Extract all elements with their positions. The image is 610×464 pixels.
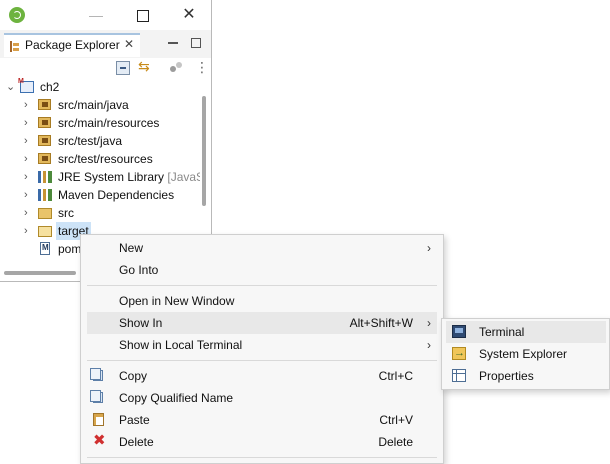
tree-item-label: src/test/java: [58, 134, 123, 148]
submenu-item-label: Properties: [479, 369, 534, 383]
vertical-scrollbar[interactable]: [202, 96, 206, 206]
menu-item-label: Copy Qualified Name: [119, 391, 234, 405]
delete-icon: ✖: [93, 432, 106, 449]
submenu-item-label: System Explorer: [479, 347, 568, 361]
chevron-right-icon[interactable]: ›: [24, 114, 34, 132]
menu-item-label: Delete: [119, 435, 154, 449]
chevron-right-icon: ›: [427, 316, 431, 330]
submenu-item-label: Terminal: [479, 325, 525, 339]
view-maximize-button[interactable]: [191, 38, 201, 48]
collapse-all-icon[interactable]: [116, 61, 130, 75]
menu-item-label: Open in New Window: [119, 294, 235, 308]
menu-separator: [87, 457, 437, 458]
tree-item-decoration: [JavaS: [167, 170, 200, 184]
menu-item-label: Show in Local Terminal: [119, 338, 243, 352]
menu-item-copy-qualified-name[interactable]: Copy Qualified Name: [87, 387, 437, 409]
copy-qualified-name-icon: [90, 390, 103, 403]
package-folder-icon: [38, 117, 51, 128]
tree-item-label: ch2: [40, 80, 60, 94]
tree-item-label: pom: [58, 242, 82, 256]
submenu-item-terminal[interactable]: Terminal: [446, 321, 606, 343]
menu-item-go-into[interactable]: Go Into: [87, 259, 437, 281]
menu-item-new[interactable]: New ›: [87, 237, 437, 259]
menu-item-label: Paste: [119, 413, 150, 427]
tab-label: Package Explorer: [25, 38, 120, 52]
menu-item-open-in-new-window[interactable]: Open in New Window: [87, 290, 437, 312]
view-menu-icon[interactable]: [195, 59, 209, 76]
copy-icon: [90, 368, 103, 381]
menu-item-shortcut: Ctrl+V: [379, 413, 413, 427]
title-bar: — ✕: [0, 0, 211, 30]
submenu-item-system-explorer[interactable]: System Explorer: [446, 342, 606, 365]
spring-app-icon: [9, 7, 25, 23]
tree-item-label: src/test/resources: [58, 152, 153, 166]
scrollbar-thumb[interactable]: [4, 271, 76, 275]
folder-icon: [38, 208, 52, 219]
menu-item-label: New: [119, 241, 144, 255]
menu-item-paste[interactable]: Paste Ctrl+V: [87, 409, 437, 431]
tree-item-label: src: [58, 206, 74, 220]
package-folder-icon: [38, 153, 51, 164]
maximize-icon: [137, 10, 149, 23]
chevron-right-icon[interactable]: ›: [24, 204, 34, 222]
chevron-right-icon[interactable]: ›: [24, 132, 34, 150]
library-icon: [38, 189, 52, 201]
tree-item-label: JRE System Library [JavaS: [58, 168, 200, 186]
close-window-button[interactable]: ✕: [179, 5, 199, 25]
menu-item-delete[interactable]: ✖ Delete Delete: [87, 431, 437, 453]
library-icon: [38, 171, 52, 183]
link-with-editor-icon[interactable]: [138, 58, 152, 75]
tab-package-explorer[interactable]: Package Explorer ✕: [4, 33, 140, 57]
menu-separator: [87, 285, 437, 286]
minimize-button[interactable]: —: [86, 5, 106, 25]
chevron-right-icon: ›: [427, 338, 431, 352]
menu-item-show-in[interactable]: Show In Alt+Shift+W ›: [87, 312, 437, 334]
menu-item-shortcut: Delete: [378, 435, 413, 449]
open-folder-icon: [38, 226, 52, 237]
context-menu: New › Go Into Open in New Window Show In…: [80, 234, 444, 464]
chevron-right-icon[interactable]: ›: [24, 222, 34, 240]
menu-separator: [87, 360, 437, 361]
tree-item-label: Maven Dependencies: [58, 188, 175, 202]
maven-file-icon: [40, 239, 50, 257]
tree-item-label: src/main/resources: [58, 116, 160, 130]
tree-item-name: JRE System Library: [58, 170, 165, 184]
menu-item-label: Go Into: [119, 263, 159, 277]
menu-item-show-in-local-terminal[interactable]: Show in Local Terminal ›: [87, 334, 437, 356]
chevron-right-icon: ›: [427, 241, 431, 255]
menu-item-shortcut: Alt+Shift+W: [349, 316, 413, 330]
menu-item-shortcut: Ctrl+C: [378, 369, 413, 383]
view-minimize-button[interactable]: [168, 42, 178, 44]
maximize-button[interactable]: [133, 5, 153, 25]
chevron-right-icon[interactable]: ›: [24, 150, 34, 168]
submenu-item-properties[interactable]: Properties: [446, 365, 606, 387]
menu-item-label: Show In: [119, 316, 163, 330]
terminal-icon: [452, 325, 466, 338]
tree-item-label: src/main/java: [58, 98, 129, 112]
properties-icon: [452, 369, 466, 382]
system-explorer-icon: [452, 342, 466, 364]
paste-icon: [93, 413, 104, 426]
chevron-right-icon[interactable]: ›: [24, 186, 34, 204]
chevron-down-icon[interactable]: ⌄: [6, 78, 16, 96]
maven-project-icon: [18, 78, 34, 93]
tab-close-icon[interactable]: ✕: [124, 37, 134, 51]
package-folder-icon: [38, 99, 51, 110]
package-folder-icon: [38, 135, 51, 146]
chevron-right-icon[interactable]: ›: [24, 168, 34, 186]
menu-item-copy[interactable]: Copy Ctrl+C: [87, 365, 437, 387]
menu-item-label: Copy: [119, 369, 148, 383]
show-in-submenu: Terminal System Explorer Properties: [441, 318, 610, 390]
chevron-right-icon[interactable]: ›: [24, 96, 34, 114]
focus-on-active-task-icon[interactable]: [170, 61, 184, 75]
package-explorer-icon: [10, 41, 21, 52]
